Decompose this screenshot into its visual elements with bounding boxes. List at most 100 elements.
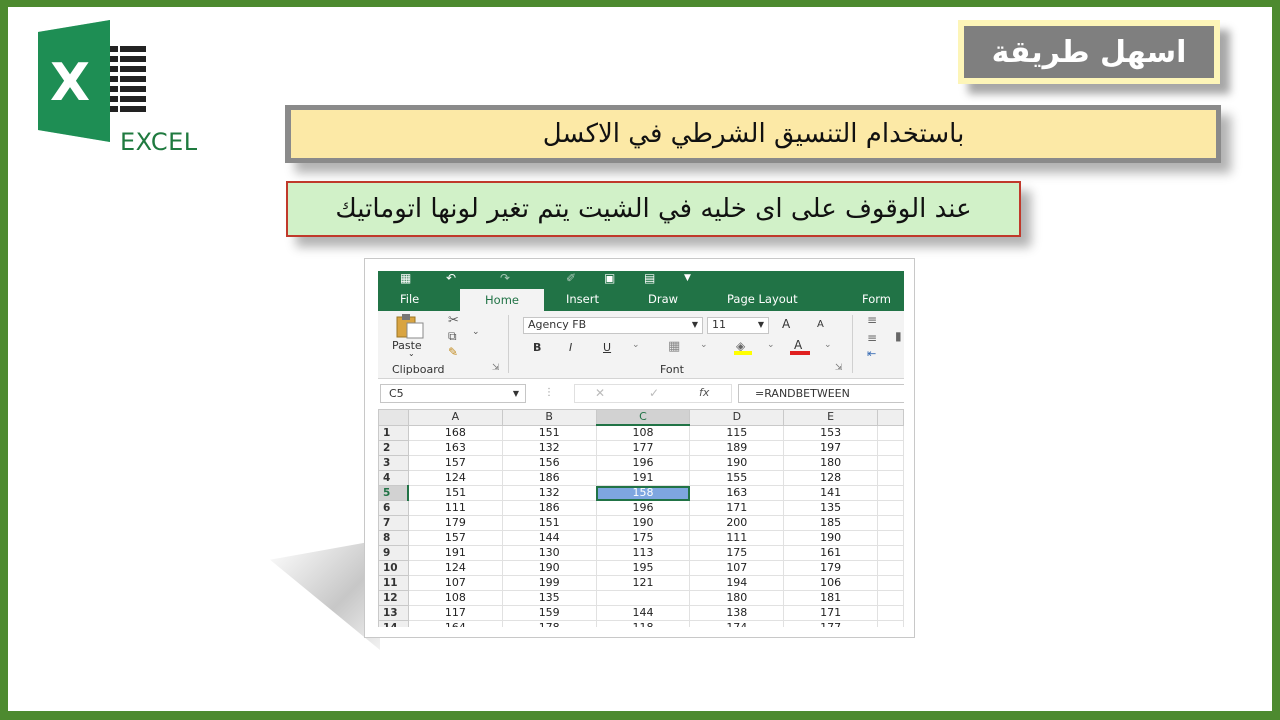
- cell-f1[interactable]: [877, 424, 904, 441]
- cell-f9[interactable]: [877, 545, 904, 561]
- cell-f4[interactable]: [877, 470, 904, 486]
- font-launcher-icon[interactable]: ⇲: [835, 363, 843, 373]
- cell-e2[interactable]: 197: [783, 440, 879, 456]
- align-left-icon[interactable]: ≡: [867, 331, 877, 345]
- cell-d11[interactable]: 194: [689, 575, 785, 591]
- cell-b6[interactable]: 186: [501, 500, 597, 516]
- name-box[interactable]: C5 ▼: [380, 384, 526, 403]
- cell-f12[interactable]: [877, 590, 904, 606]
- cell-f14[interactable]: [877, 620, 904, 627]
- row-header[interactable]: 10: [378, 560, 409, 576]
- cell-c14[interactable]: 118: [595, 620, 691, 627]
- tab-formulas[interactable]: Form: [862, 287, 891, 311]
- paste-button[interactable]: Paste ⌄: [392, 313, 436, 359]
- tab-insert[interactable]: Insert: [566, 287, 599, 311]
- format-painter-icon[interactable]: ✎: [448, 345, 458, 359]
- cell-c7[interactable]: 190: [595, 515, 691, 531]
- cell-b7[interactable]: 151: [501, 515, 597, 531]
- cell-d2[interactable]: 189: [689, 440, 785, 456]
- formula-input[interactable]: =RANDBETWEEN: [738, 384, 904, 403]
- borders-chevron-icon[interactable]: ⌄: [700, 340, 708, 350]
- align-top-icon[interactable]: ≡: [867, 313, 877, 327]
- cell-d1[interactable]: 115: [689, 424, 785, 441]
- row-header[interactable]: 9: [378, 545, 409, 561]
- cancel-icon[interactable]: ✕: [595, 386, 605, 400]
- enter-icon[interactable]: ✓: [649, 386, 659, 400]
- cell-b13[interactable]: 159: [501, 605, 597, 621]
- tab-page-layout[interactable]: Page Layout: [727, 287, 798, 311]
- cell-e12[interactable]: 181: [783, 590, 879, 606]
- cell-f5[interactable]: [877, 485, 904, 501]
- cell-e8[interactable]: 190: [783, 530, 879, 546]
- cell-a2[interactable]: 163: [407, 440, 503, 456]
- cell-a5[interactable]: 151: [407, 485, 503, 501]
- cell-d7[interactable]: 200: [689, 515, 785, 531]
- cell-b9[interactable]: 130: [501, 545, 597, 561]
- cell-f11[interactable]: [877, 575, 904, 591]
- column-header-a[interactable]: A: [407, 409, 503, 426]
- row-header[interactable]: 7: [378, 515, 409, 531]
- cell-c12[interactable]: [595, 590, 691, 606]
- cell-c8[interactable]: 175: [595, 530, 691, 546]
- cell-a10[interactable]: 124: [407, 560, 503, 576]
- column-header-f[interactable]: [877, 409, 904, 426]
- cell-f2[interactable]: [877, 440, 904, 456]
- decrease-indent-icon[interactable]: ⇤: [867, 347, 876, 360]
- copy-chevron-icon[interactable]: ⌄: [472, 327, 480, 337]
- cell-d5[interactable]: 163: [689, 485, 785, 501]
- row-header[interactable]: 4: [378, 470, 409, 486]
- cell-a9[interactable]: 191: [407, 545, 503, 561]
- cell-e4[interactable]: 128: [783, 470, 879, 486]
- tab-file[interactable]: File: [400, 287, 419, 311]
- cell-c9[interactable]: 113: [595, 545, 691, 561]
- cell-e14[interactable]: 177: [783, 620, 879, 627]
- cell-a11[interactable]: 107: [407, 575, 503, 591]
- cell-a4[interactable]: 124: [407, 470, 503, 486]
- cell-f6[interactable]: [877, 500, 904, 516]
- row-header[interactable]: 6: [378, 500, 409, 516]
- cell-a7[interactable]: 179: [407, 515, 503, 531]
- cell-c6[interactable]: 196: [595, 500, 691, 516]
- cell-a12[interactable]: 108: [407, 590, 503, 606]
- cell-a8[interactable]: 157: [407, 530, 503, 546]
- row-header[interactable]: 2: [378, 440, 409, 456]
- underline-button[interactable]: U: [603, 341, 611, 354]
- cell-b1[interactable]: 151: [501, 424, 597, 441]
- cell-f8[interactable]: [877, 530, 904, 546]
- cell-d6[interactable]: 171: [689, 500, 785, 516]
- font-color-button[interactable]: A: [790, 338, 812, 356]
- draw-icon[interactable]: ✐: [566, 271, 576, 285]
- camera-icon[interactable]: ▣: [604, 271, 615, 285]
- copy-icon[interactable]: ⧉: [448, 329, 457, 344]
- cell-e11[interactable]: 106: [783, 575, 879, 591]
- save-icon[interactable]: ▦: [400, 271, 411, 285]
- customize-chevron-icon[interactable]: ▼: [684, 271, 691, 285]
- fill-color-button[interactable]: ◈: [734, 339, 756, 355]
- cell-d8[interactable]: 111: [689, 530, 785, 546]
- shrink-font-button[interactable]: A: [817, 319, 824, 330]
- cell-e13[interactable]: 171: [783, 605, 879, 621]
- cell-d4[interactable]: 155: [689, 470, 785, 486]
- insert-function-button[interactable]: fx: [699, 386, 709, 400]
- cell-f7[interactable]: [877, 515, 904, 531]
- borders-icon[interactable]: ▦: [668, 339, 680, 354]
- select-all-corner[interactable]: [378, 409, 409, 426]
- cell-a6[interactable]: 111: [407, 500, 503, 516]
- row-header[interactable]: 12: [378, 590, 409, 606]
- cell-b2[interactable]: 132: [501, 440, 597, 456]
- paste-chevron-icon[interactable]: ⌄: [408, 349, 415, 358]
- italic-button[interactable]: I: [569, 341, 572, 354]
- font-name-select[interactable]: Agency FB ▼: [523, 317, 703, 334]
- cell-d10[interactable]: 107: [689, 560, 785, 576]
- cell-c5[interactable]: 158: [595, 485, 691, 501]
- underline-chevron-icon[interactable]: ⌄: [632, 340, 640, 350]
- cell-f10[interactable]: [877, 560, 904, 576]
- cell-e9[interactable]: 161: [783, 545, 879, 561]
- form-icon[interactable]: ▤: [644, 271, 655, 285]
- cell-c3[interactable]: 196: [595, 455, 691, 471]
- cell-a1[interactable]: 168: [407, 424, 503, 441]
- row-header[interactable]: 14: [378, 620, 409, 627]
- tab-draw[interactable]: Draw: [648, 287, 678, 311]
- cell-e7[interactable]: 185: [783, 515, 879, 531]
- cell-e6[interactable]: 135: [783, 500, 879, 516]
